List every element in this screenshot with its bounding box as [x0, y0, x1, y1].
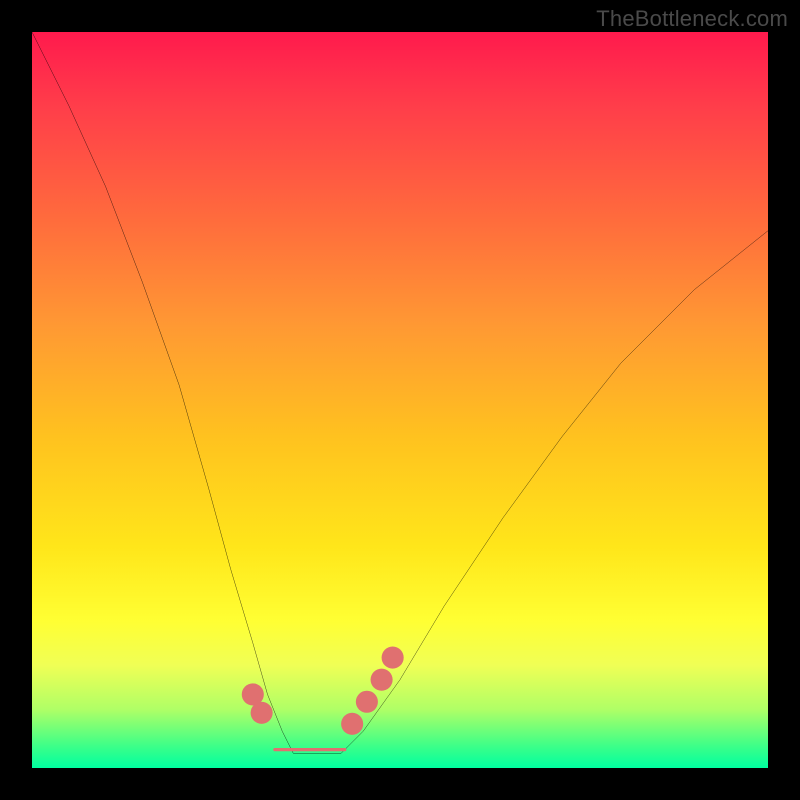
dot-right-1: [341, 713, 363, 735]
dot-left-2: [251, 702, 273, 724]
watermark-text: TheBottleneck.com: [596, 6, 788, 32]
dot-right-2: [356, 691, 378, 713]
dot-right-4: [382, 647, 404, 669]
dot-right-3: [371, 669, 393, 691]
plot-area: [32, 32, 768, 768]
chart-svg: [32, 32, 768, 768]
curve-path: [32, 32, 768, 753]
plot-inner: [32, 32, 768, 768]
